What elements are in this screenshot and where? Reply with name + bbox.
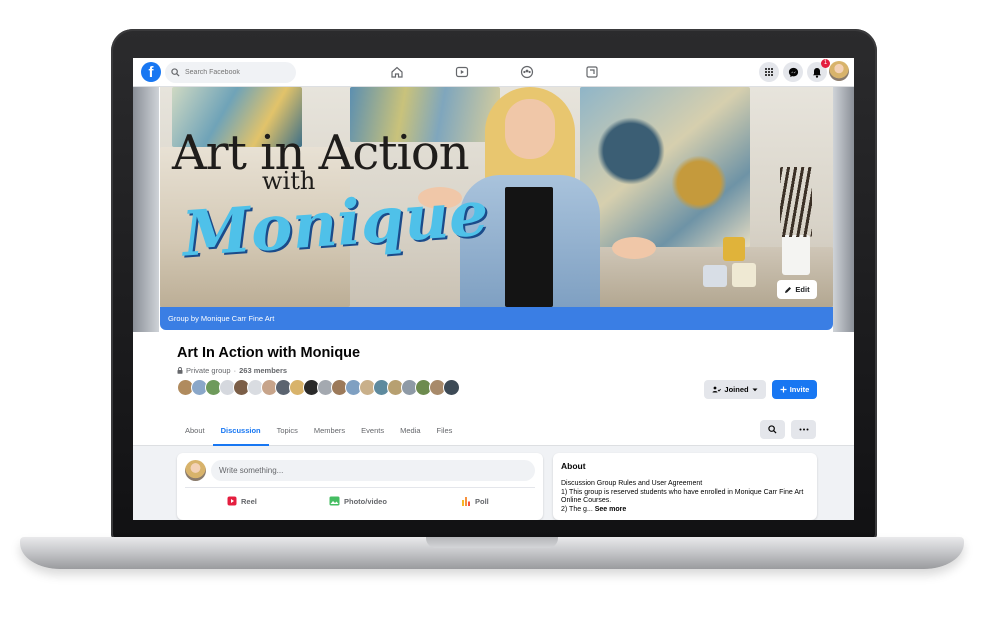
menu-button[interactable] [759, 62, 779, 82]
messenger-icon [788, 67, 798, 77]
about-card: About Discussion Group Rules and User Ag… [553, 453, 817, 520]
cover-blur-left [133, 87, 159, 332]
more-icon [799, 428, 808, 431]
member-avatar[interactable] [443, 379, 460, 396]
presenter-shirt [505, 187, 553, 307]
home-icon[interactable] [390, 65, 404, 79]
screen: f Search Facebook 1 Art in Action with M… [133, 58, 854, 520]
paint-jar-blue [703, 265, 727, 287]
top-navigation: f Search Facebook 1 [133, 58, 854, 87]
composer-divider [185, 487, 535, 488]
photo-video-label: Photo/video [344, 496, 387, 506]
group-header: Art In Action with Monique Private group… [133, 332, 854, 446]
brush-cup [782, 235, 810, 275]
about-title: About [561, 461, 586, 471]
chevron-down-icon [752, 388, 758, 391]
bell-icon [813, 67, 821, 78]
post-composer: Write something... Reel Photo/video Poll [177, 453, 543, 520]
brushes [780, 167, 812, 237]
gaming-icon[interactable] [585, 65, 599, 79]
photo-video-button[interactable]: Photo/video [329, 493, 387, 509]
reel-button[interactable]: Reel [227, 493, 257, 509]
cover-blur-right [833, 87, 854, 332]
privacy-label: Private group [186, 366, 231, 375]
poll-icon [462, 497, 470, 506]
poll-label: Poll [475, 496, 489, 506]
tab-about[interactable]: About [177, 417, 213, 446]
group-owner-caption[interactable]: Group by Monique Carr Fine Art [160, 307, 833, 330]
invite-button[interactable]: Invite [772, 380, 817, 399]
facebook-logo[interactable]: f [141, 62, 161, 82]
account-avatar[interactable] [829, 61, 849, 81]
tab-topics[interactable]: Topics [269, 417, 306, 446]
tab-discussion[interactable]: Discussion [212, 417, 269, 446]
member-count[interactable]: 263 members [239, 366, 287, 375]
tab-members[interactable]: Members [306, 417, 353, 446]
paint-jar-white [732, 263, 756, 287]
search-input[interactable] [185, 69, 285, 76]
groups-icon[interactable] [520, 65, 534, 79]
cover-photo: Art in Action with Monique [160, 87, 833, 307]
poll-button[interactable]: Poll [461, 493, 489, 509]
joined-label: Joined [724, 385, 749, 394]
joined-button[interactable]: Joined [704, 380, 766, 399]
about-line-1: Discussion Group Rules and User Agreemen… [561, 480, 703, 487]
group-meta: Private group · 263 members [177, 366, 287, 375]
invite-label: Invite [789, 385, 810, 394]
messenger-button[interactable] [783, 62, 803, 82]
edit-label: Edit [795, 285, 810, 294]
menu-grid-icon [765, 68, 773, 76]
edit-cover-button[interactable]: Edit [777, 280, 817, 299]
lock-icon [177, 367, 183, 374]
about-line-2: 1) This group is reserved students who h… [561, 488, 804, 505]
cover-title-line1: Art in Action [172, 125, 470, 181]
presenter-hand-right [612, 237, 656, 259]
meta-separator: · [233, 366, 237, 375]
painting-right [580, 87, 750, 247]
notifications-button[interactable]: 1 [807, 59, 830, 82]
search-icon [768, 425, 777, 434]
photo-icon [329, 496, 340, 506]
pencil-icon [785, 286, 792, 293]
laptop-notch [426, 537, 558, 548]
about-line-3-text: 2) The g... [561, 505, 593, 513]
tab-media[interactable]: Media [392, 417, 428, 446]
reel-label: Reel [241, 496, 257, 506]
plus-icon [780, 386, 787, 393]
more-options-button[interactable] [791, 420, 816, 439]
member-avatars [177, 379, 460, 397]
composer-avatar[interactable] [185, 460, 206, 481]
people-icon [712, 386, 722, 393]
presenter-face [505, 99, 555, 159]
about-description: Discussion Group Rules and User Agreemen… [561, 480, 809, 514]
tab-events[interactable]: Events [353, 417, 392, 446]
search-icon [171, 68, 180, 77]
search-box[interactable] [165, 62, 296, 83]
watch-icon[interactable] [455, 65, 469, 79]
group-name: Art In Action with Monique [177, 345, 361, 361]
paint-jar-yellow [723, 237, 745, 261]
tab-files[interactable]: Files [429, 417, 461, 446]
about-line-3: 2) The g... See more [561, 506, 809, 515]
group-search-button[interactable] [760, 420, 785, 439]
see-more-link[interactable]: See more [595, 506, 627, 513]
write-something-input[interactable]: Write something... [211, 460, 535, 481]
group-tabs: About Discussion Topics Members Events M… [177, 417, 460, 446]
reel-icon [227, 496, 237, 506]
cover-area: Art in Action with Monique Edit Group by… [133, 87, 854, 332]
